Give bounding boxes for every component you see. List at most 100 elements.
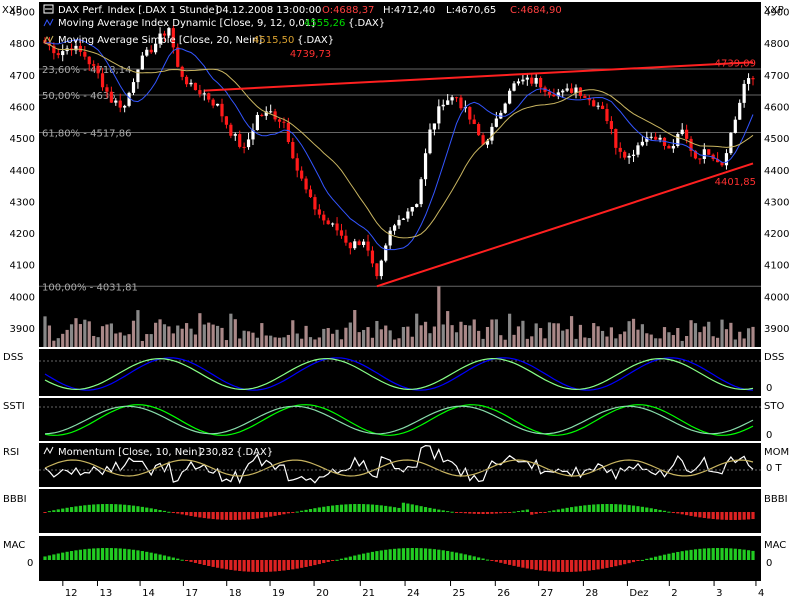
candle-body	[534, 77, 538, 84]
legend-value-0: 4555,26	[304, 18, 345, 29]
volume-bar	[680, 340, 684, 347]
bbbi-bar	[516, 511, 521, 513]
mac-bar	[415, 548, 419, 560]
bbbi-bar	[304, 509, 308, 512]
volume-bar	[229, 313, 233, 347]
mac-bar	[746, 550, 751, 560]
mac-bar	[375, 551, 379, 560]
bbbi-bar	[534, 512, 538, 514]
candle-body	[176, 47, 180, 67]
mac-bar	[242, 560, 246, 572]
volume-bar	[605, 336, 609, 347]
mac-bar	[547, 560, 552, 572]
volume-bar	[556, 323, 560, 347]
volume-bar	[145, 334, 149, 347]
mac-bar	[202, 560, 206, 566]
volume-bar	[193, 334, 198, 347]
mac-bar	[428, 548, 432, 560]
mac-bar	[600, 560, 605, 569]
bbbi-bar	[423, 507, 428, 512]
volume-bar	[716, 337, 720, 347]
candle-body	[220, 103, 224, 117]
bbbi-bar	[600, 504, 605, 512]
price-tick-right: 4300	[764, 197, 789, 208]
bbbi-bar	[357, 504, 361, 512]
candle-body	[379, 260, 383, 277]
candle-body	[131, 82, 136, 93]
mac-bar	[61, 552, 65, 560]
mac-bar	[406, 548, 410, 560]
bbbi-bar	[627, 505, 631, 512]
candle-body	[437, 106, 441, 124]
bbbi-bar	[578, 505, 583, 512]
volume-bar	[286, 334, 290, 347]
bbbi-bar	[189, 512, 193, 517]
volume-bar	[251, 332, 255, 347]
mac-bar	[636, 560, 640, 562]
mac-bar	[224, 560, 229, 570]
bbbi-bar	[123, 504, 127, 512]
bbbi-bar	[353, 504, 357, 512]
panel-label-left-ssti: SSTI	[3, 401, 25, 412]
bbbi-bar	[662, 510, 667, 512]
volume-bar	[437, 286, 441, 347]
volume-bar	[215, 325, 220, 347]
candle-body	[459, 97, 463, 109]
mac-bar	[561, 560, 565, 572]
bbbi-bar	[552, 510, 556, 512]
bbbi-bar	[415, 505, 419, 512]
price-tick-left: 4500	[10, 134, 35, 145]
candle-body	[415, 204, 419, 207]
candle-body	[308, 189, 313, 198]
bbbi-bar	[512, 511, 516, 513]
bbbi-bar	[246, 512, 251, 520]
candle-body	[211, 99, 215, 106]
volume-bar	[490, 319, 494, 347]
price-tick-left: 4200	[10, 229, 35, 240]
candle-body	[277, 119, 282, 122]
candle-body	[370, 250, 375, 264]
bbbi-bar	[193, 512, 198, 517]
volume-bar	[362, 329, 366, 347]
volume-bar	[56, 338, 60, 347]
bbbi-bar	[260, 512, 264, 518]
mac-bar	[459, 553, 463, 560]
candle-body	[698, 158, 702, 160]
bbbi-bar	[114, 504, 118, 512]
volume-bar	[384, 325, 388, 347]
candle-body	[193, 82, 198, 91]
mac-bar	[317, 560, 321, 565]
legend-label-1: Moving Average Simple [Close, 20, Nein]	[58, 35, 262, 46]
bbbi-bar	[211, 512, 215, 520]
bbbi-bar	[96, 504, 100, 512]
mac-bar	[667, 553, 671, 560]
price-tick-right: 4800	[764, 39, 789, 50]
mac-bar	[446, 550, 450, 560]
mac-bar	[512, 560, 516, 566]
mac-bar	[140, 551, 144, 560]
price-tick-left: 4100	[10, 261, 35, 272]
mac-bar	[693, 549, 698, 560]
volume-bar	[167, 326, 171, 347]
mac-bar	[698, 548, 702, 560]
price-tick-right: 4900	[764, 7, 789, 18]
bbbi-bar	[530, 512, 534, 515]
candle-body	[751, 78, 755, 80]
volume-bar	[140, 340, 144, 347]
candle-body	[671, 145, 675, 149]
candle-body	[419, 179, 423, 205]
mac-bar	[56, 553, 60, 560]
volume-bar	[220, 327, 224, 347]
candle-body	[494, 118, 498, 127]
mac-bar	[472, 556, 476, 560]
candle-body	[477, 124, 481, 136]
mac-bar	[733, 548, 737, 560]
bbbi-bar	[432, 508, 436, 512]
mac-bar	[685, 550, 689, 560]
volume-bar	[149, 334, 153, 347]
bbbi-bar	[463, 512, 467, 514]
volume-bar	[300, 338, 304, 347]
volume-bar	[69, 324, 74, 347]
legend-sym-0: {.DAX}	[348, 18, 385, 29]
bbbi-bar	[698, 512, 702, 518]
